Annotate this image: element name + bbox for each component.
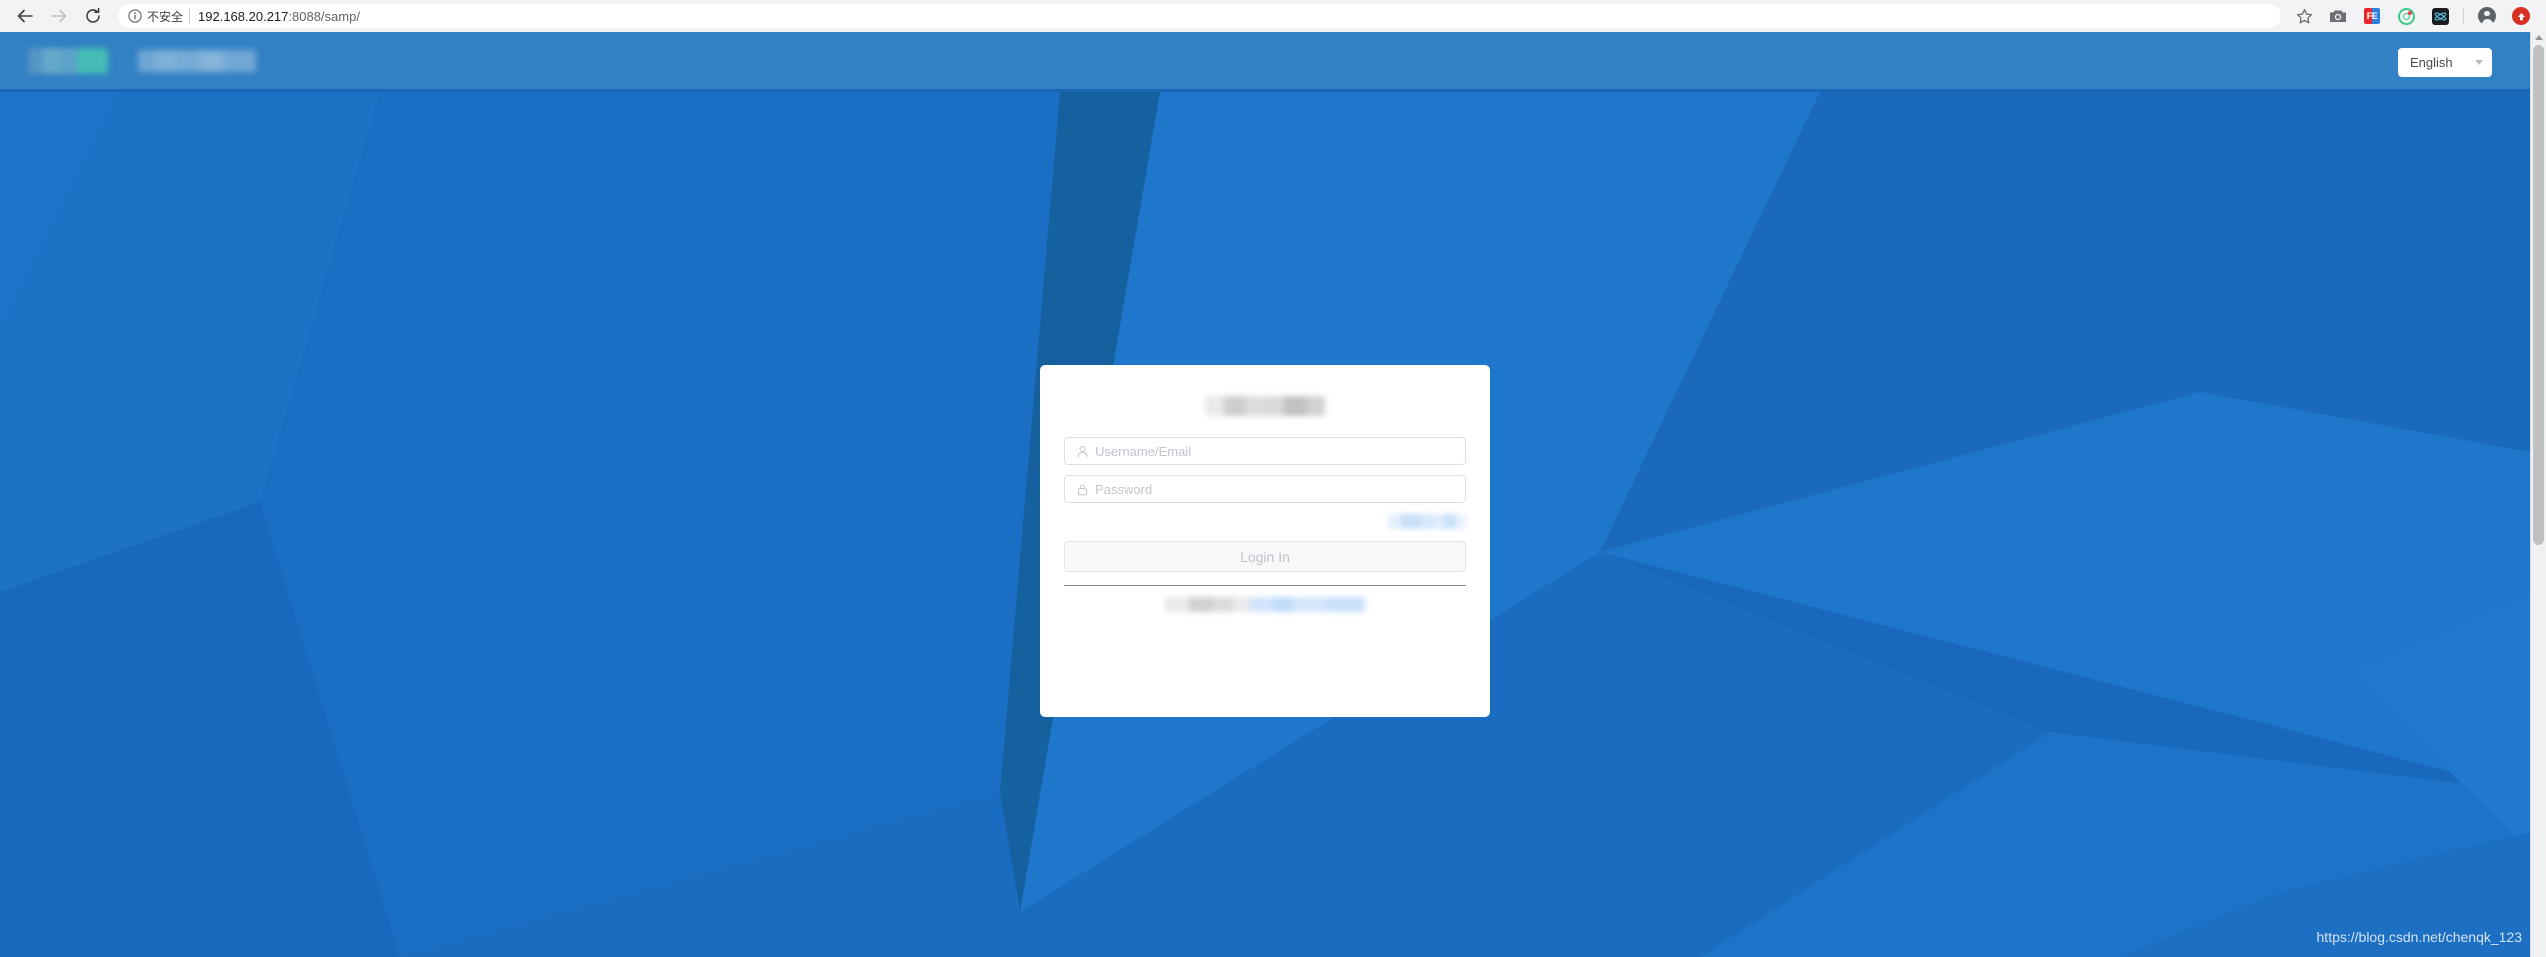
forward-arrow-icon — [50, 7, 68, 25]
screenshot-camera-icon[interactable] — [2325, 3, 2351, 29]
back-arrow-icon — [16, 7, 34, 25]
password-field[interactable] — [1064, 475, 1466, 503]
update-chrome-icon[interactable] — [2508, 3, 2534, 29]
login-submit-button[interactable]: Login In — [1064, 541, 1466, 572]
username-field[interactable] — [1064, 437, 1466, 465]
update-arrow-glyph — [2512, 7, 2530, 25]
scrollbar-thumb[interactable] — [2533, 45, 2544, 545]
username-input[interactable] — [1095, 443, 1465, 459]
url-path: :8088/samp/ — [288, 8, 360, 24]
login-card: Login In — [1040, 365, 1490, 717]
reload-button[interactable] — [78, 1, 108, 31]
card-footer-row — [1064, 597, 1466, 612]
fe-extension-icon[interactable]: FE — [2359, 3, 2385, 29]
omnibox-separator — [189, 9, 191, 23]
fe-extension-label: FE — [2364, 8, 2380, 24]
page-viewport: English Username/Email Login In https://… — [0, 32, 2546, 957]
language-selector[interactable]: English — [2398, 48, 2492, 77]
page-scrollbar[interactable] — [2530, 32, 2546, 957]
bookmark-star-icon[interactable] — [2291, 3, 2317, 29]
address-bar[interactable]: 不安全 192.168.20.217:8088/samp/ — [118, 4, 2281, 28]
react-glyph — [2431, 7, 2449, 25]
chevron-down-icon — [2475, 60, 2483, 65]
forgot-password-link-redacted[interactable] — [1388, 513, 1466, 529]
forgot-password-row — [1064, 508, 1466, 534]
back-button[interactable] — [10, 1, 40, 31]
radar-glyph — [2397, 7, 2415, 25]
language-selected-label: English — [2410, 55, 2453, 70]
url-host: 192.168.20.217 — [198, 8, 289, 24]
card-footer-redacted[interactable] — [1165, 597, 1365, 612]
avatar-glyph — [2478, 7, 2496, 25]
brand-title-redacted — [138, 49, 256, 72]
radar-extension-icon[interactable] — [2393, 3, 2419, 29]
watermark-text: https://blog.csdn.net/chenqk_123 — [2316, 929, 2522, 945]
profile-avatar-icon[interactable] — [2474, 3, 2500, 29]
react-devtools-icon[interactable] — [2427, 3, 2453, 29]
url-text: 192.168.20.217:8088/samp/ — [198, 9, 360, 24]
card-divider — [1064, 585, 1466, 586]
login-title-redacted — [1205, 396, 1325, 416]
lock-icon — [1076, 483, 1089, 496]
info-circle-icon[interactable] — [128, 9, 142, 23]
app-header: English — [0, 32, 2530, 92]
toolbar-divider — [2463, 8, 2464, 24]
scrollbar-up-arrow-icon[interactable] — [2534, 35, 2543, 40]
browser-toolbar-actions: FE — [2287, 3, 2538, 29]
reload-icon — [84, 7, 102, 25]
brand-logo-redacted — [28, 47, 108, 74]
security-status-label: 不安全 — [147, 9, 184, 24]
forward-button[interactable] — [44, 1, 74, 31]
brand-area — [28, 47, 256, 74]
user-icon — [1076, 445, 1089, 458]
browser-toolbar: 不安全 192.168.20.217:8088/samp/ FE — [0, 0, 2546, 32]
password-input[interactable] — [1095, 481, 1465, 497]
